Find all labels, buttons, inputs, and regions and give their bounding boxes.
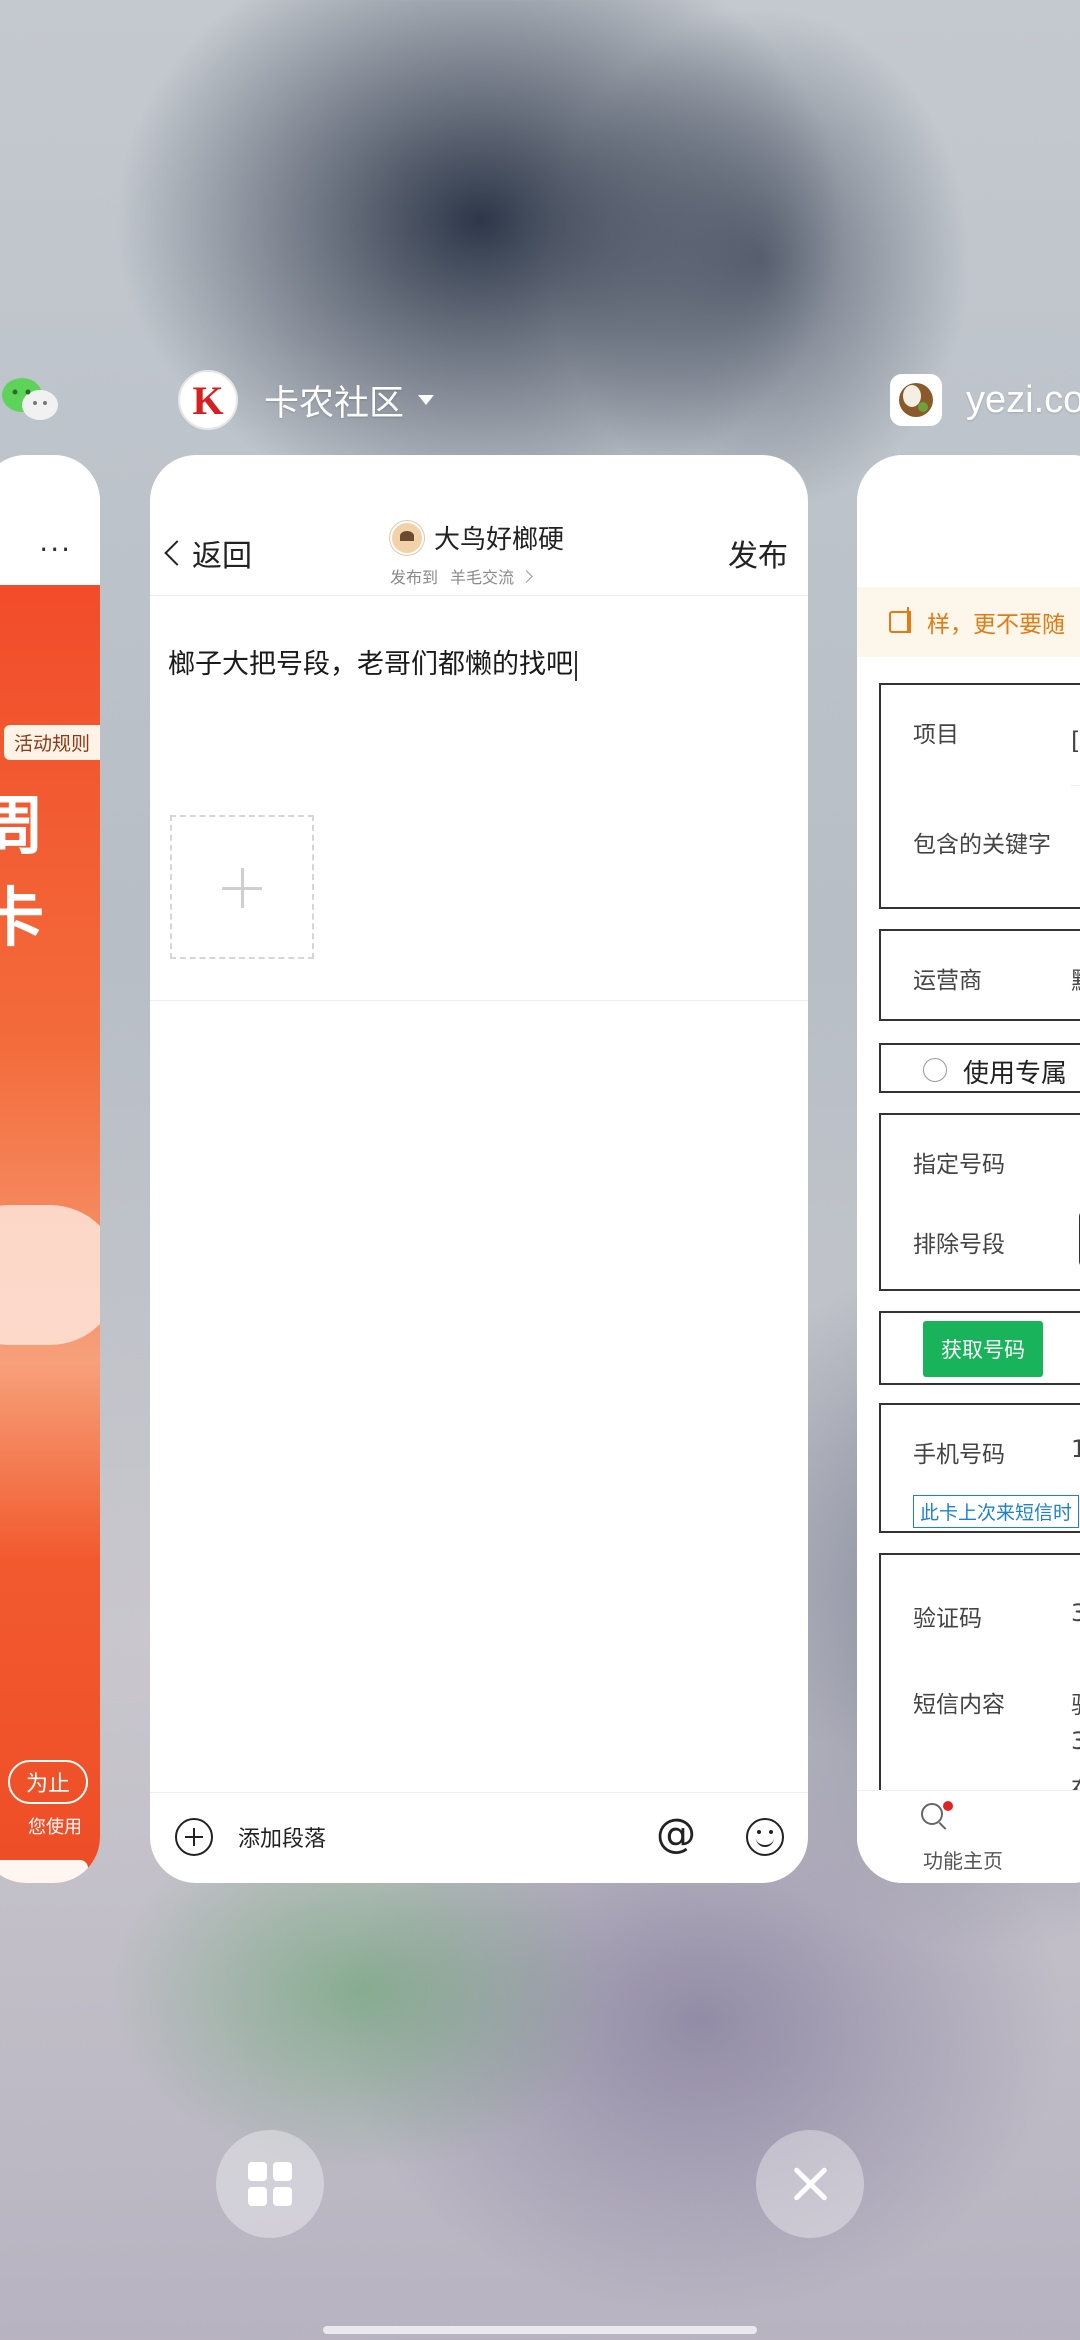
phone-value: 16 xyxy=(1071,1435,1080,1463)
promo-banner: 活动规则 周卡 为止 您使用 题 xyxy=(0,585,100,1883)
section-name: 羊毛交流 xyxy=(450,568,515,587)
more-icon[interactable]: ··· xyxy=(39,533,72,566)
search-icon xyxy=(921,1803,943,1825)
exclude-segment-label: 排除号段 xyxy=(913,1232,1005,1258)
author-name: 大鸟好榔硬 xyxy=(434,525,565,555)
promo-pill[interactable]: 为止 xyxy=(7,1760,88,1804)
notification-dot xyxy=(943,1801,953,1811)
activity-rules-tag[interactable]: 活动规则 xyxy=(3,725,100,760)
get-number-button[interactable]: 获取号码 xyxy=(923,1321,1043,1377)
kanong-app-icon: K xyxy=(178,370,238,430)
get-number-box: 获取号码 xyxy=(879,1311,1080,1385)
project-value[interactable]: [普 xyxy=(1071,721,1080,756)
carrier-box: 运营商 默 xyxy=(879,929,1080,1021)
back-button[interactable]: 返回 xyxy=(164,531,252,575)
grid-icon xyxy=(248,2162,292,2206)
sms-box: 验证码 38 短信内容 验 38 在 xyxy=(879,1553,1080,1813)
close-icon xyxy=(788,2162,832,2206)
carrier-label: 运营商 xyxy=(913,968,982,994)
add-paragraph-icon[interactable] xyxy=(175,1818,213,1856)
notice-text: 样，更不要随 xyxy=(927,612,1065,638)
chevron-right-icon xyxy=(520,569,533,583)
promo-title: 周卡 xyxy=(0,790,44,956)
back-label: 返回 xyxy=(192,539,252,574)
editor-nav-bar: 返回 大鸟好榔硬 发布到 羊毛交流 发布 xyxy=(150,455,808,596)
project-label: 项目 xyxy=(913,722,959,748)
publish-button[interactable]: 发布 xyxy=(728,531,788,575)
kanong-app-header[interactable]: K 卡农社区 xyxy=(178,360,435,440)
promo-box[interactable]: 题 xyxy=(0,1860,88,1883)
exclusive-radio[interactable] xyxy=(923,1058,947,1082)
add-paragraph-button[interactable]: 添加段落 xyxy=(238,1821,326,1853)
add-image-button[interactable] xyxy=(170,815,314,959)
kanong-app-title: 卡农社区 xyxy=(264,383,405,423)
author-info[interactable]: 大鸟好榔硬 发布到 羊毛交流 xyxy=(390,519,564,588)
code-value: 38 xyxy=(1071,1599,1080,1627)
code-label: 验证码 xyxy=(913,1606,982,1632)
dropdown-arrow-icon[interactable] xyxy=(418,395,435,405)
publish-to-label: 发布到 xyxy=(390,568,439,587)
carrier-select[interactable]: 默 xyxy=(1071,961,1080,996)
recent-app-card-left[interactable]: ··· 活动规则 周卡 为止 您使用 题 xyxy=(0,455,100,1883)
cloud-decoration xyxy=(0,1205,100,1345)
avatar xyxy=(390,520,424,555)
editor-toolbar: 添加段落 @ xyxy=(150,1792,808,1883)
post-content-input[interactable]: 榔子大把号段，老哥们都懒的找吧 xyxy=(168,642,577,681)
specify-number-label: 指定号码 xyxy=(913,1152,1005,1178)
phone-box: 手机号码 16 此卡上次来短信时 xyxy=(879,1403,1080,1533)
yezi-app-header[interactable]: yezi.co xyxy=(890,360,1080,440)
mention-icon[interactable]: @ xyxy=(656,1811,696,1857)
tab-label: 功能主页 xyxy=(923,1849,1003,1873)
sms-content-label: 短信内容 xyxy=(913,1692,1005,1718)
chevron-left-icon xyxy=(164,540,190,566)
project-box: 项目 [普 包含的关键字 xyxy=(879,683,1080,909)
home-indicator[interactable] xyxy=(323,2326,757,2334)
phone-label: 手机号码 xyxy=(913,1442,1005,1468)
emoji-icon[interactable] xyxy=(746,1818,784,1856)
last-sms-tip[interactable]: 此卡上次来短信时 xyxy=(913,1495,1080,1528)
promo-subtext: 您使用 xyxy=(28,1817,82,1838)
wechat-header[interactable] xyxy=(0,360,90,440)
yezi-app-title: yezi.co xyxy=(966,378,1080,421)
recent-app-card-yezi[interactable]: 样，更不要随 项目 [普 包含的关键字 运营商 默 使用专属 指定号码 排除号段… xyxy=(857,455,1080,1883)
recent-app-card-kanong[interactable]: 返回 大鸟好榔硬 发布到 羊毛交流 发布 榔子大把号段，老哥们都懒的找吧 添加段… xyxy=(150,455,808,1883)
divider xyxy=(150,1000,808,1001)
exclusive-label: 使用专属 xyxy=(963,1059,1068,1089)
wechat-icon xyxy=(2,378,58,420)
exclusive-box: 使用专属 xyxy=(879,1043,1080,1093)
sms-line-1: 验 xyxy=(1071,1685,1080,1720)
split-screen-button[interactable] xyxy=(216,2130,324,2238)
text-cursor xyxy=(575,650,577,681)
tab-function-home[interactable]: 功能主页 xyxy=(857,1790,1080,1883)
sms-line-2: 38 xyxy=(1071,1727,1080,1755)
number-filter-box: 指定号码 排除号段 xyxy=(879,1113,1080,1291)
keyword-label: 包含的关键字 xyxy=(913,832,1051,858)
notice-bar: 样，更不要随 xyxy=(857,587,1080,657)
coconut-icon xyxy=(890,374,942,426)
speaker-icon xyxy=(889,607,911,633)
clear-all-button[interactable] xyxy=(756,2130,864,2238)
